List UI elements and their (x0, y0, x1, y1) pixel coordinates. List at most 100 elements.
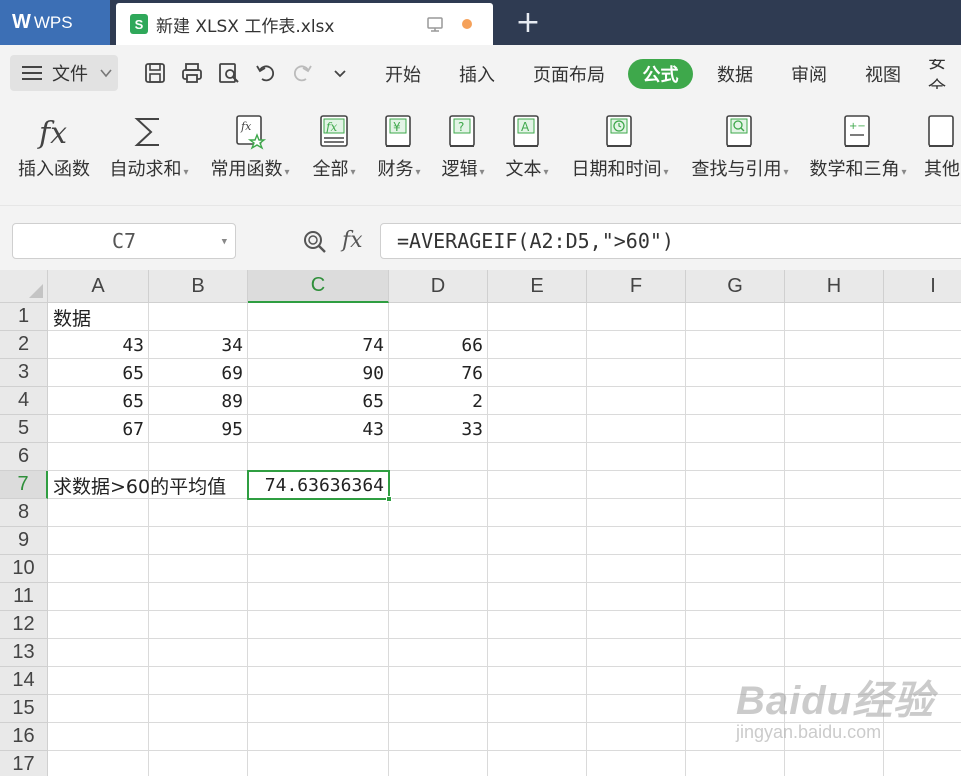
column-header-c[interactable]: C (248, 270, 389, 303)
common-functions-button[interactable]: fx 常用函数 ▾ (204, 101, 296, 201)
insert-function-button[interactable]: fx 插入函数 (14, 101, 94, 201)
gridline (48, 666, 961, 667)
column-header-f[interactable]: F (587, 270, 686, 303)
row-header-14[interactable]: 14 (0, 667, 48, 695)
cell-b5[interactable]: 95 (148, 415, 247, 443)
quick-access-dropdown-icon[interactable] (328, 61, 352, 85)
row-header-13[interactable]: 13 (0, 639, 48, 667)
all-functions-button[interactable]: fx 全部 ▾ (306, 101, 362, 201)
svg-text:¥: ¥ (393, 120, 401, 134)
row-header-10[interactable]: 10 (0, 555, 48, 583)
print-preview-icon[interactable] (217, 61, 241, 85)
gridline (48, 582, 961, 583)
row-header-17[interactable]: 17 (0, 751, 48, 776)
cell-d4[interactable]: 2 (388, 387, 487, 415)
row-header-2[interactable]: 2 (0, 331, 48, 359)
row-header-6[interactable]: 6 (0, 443, 48, 471)
row-header-8[interactable]: 8 (0, 499, 48, 527)
text-book-icon: A (513, 115, 539, 147)
select-all-corner[interactable] (0, 270, 48, 303)
text-functions-button[interactable]: A 文本 ▾ (500, 101, 554, 201)
cell-a5[interactable]: 67 (48, 415, 148, 443)
row-header-4[interactable]: 4 (0, 387, 48, 415)
more-functions-icon (928, 115, 954, 147)
undo-icon[interactable] (254, 61, 278, 85)
column-header-a[interactable]: A (48, 270, 149, 303)
math-trig-label: 数学和三角 ▾ (809, 159, 907, 180)
financial-button[interactable]: ¥ 财务 ▾ (372, 101, 426, 201)
date-time-button[interactable]: 日期和时间 ▾ (566, 101, 674, 201)
unsaved-dot-icon[interactable] (462, 19, 472, 29)
yen-book-icon: ¥ (385, 115, 411, 147)
gridline (48, 750, 961, 751)
row-header-16[interactable]: 16 (0, 723, 48, 751)
tab-home[interactable]: 开始 (374, 59, 432, 89)
column-header-b[interactable]: B (149, 270, 248, 303)
row-header-1[interactable]: 1 (0, 303, 48, 331)
cell-a2[interactable]: 43 (48, 331, 148, 359)
tab-review[interactable]: 审阅 (780, 59, 838, 89)
formula-input[interactable]: =AVERAGEIF(A2:D5,">60") (380, 223, 961, 259)
baidu-watermark: Baidu经验 jingyan.baidu.com (736, 668, 934, 743)
column-header-h[interactable]: H (785, 270, 884, 303)
chevron-down-icon[interactable]: ▼ (222, 237, 227, 247)
row-header-7[interactable]: 7 (0, 471, 48, 499)
tab-view[interactable]: 视图 (854, 59, 912, 89)
monitor-icon[interactable] (426, 15, 444, 33)
insert-function-fx-icon[interactable]: fx (342, 228, 363, 253)
tab-formulas[interactable]: 公式 (628, 59, 693, 89)
logical-button[interactable]: ? 逻辑 ▾ (436, 101, 490, 201)
svg-text:fx: fx (325, 120, 337, 134)
tab-insert[interactable]: 插入 (448, 59, 506, 89)
wps-home-tab[interactable]: W WPS (0, 0, 110, 45)
tab-page-layout[interactable]: 页面布局 (526, 59, 612, 89)
row-header-3[interactable]: 3 (0, 359, 48, 387)
tab-data[interactable]: 数据 (706, 59, 764, 89)
fx-icon: fx (37, 116, 67, 151)
zoom-search-icon[interactable] (302, 229, 328, 255)
cell-d5[interactable]: 33 (388, 415, 487, 443)
print-icon[interactable] (180, 61, 204, 85)
row-header-11[interactable]: 11 (0, 583, 48, 611)
gridline (48, 610, 961, 611)
tab-security[interactable]: 安全 (928, 59, 961, 89)
math-trig-button[interactable]: +− 数学和三角 ▾ (804, 101, 912, 201)
column-header-d[interactable]: D (389, 270, 488, 303)
column-header-i[interactable]: I (884, 270, 961, 303)
question-book-icon: ? (449, 115, 475, 147)
cell-c5[interactable]: 43 (247, 415, 388, 443)
row-header-5[interactable]: 5 (0, 415, 48, 443)
cell-a7[interactable]: 求数据>60的平均值 (48, 471, 247, 499)
row-header-12[interactable]: 12 (0, 611, 48, 639)
cell-a1[interactable]: 数据 (48, 303, 148, 331)
redo-icon[interactable] (290, 61, 314, 85)
svg-text:?: ? (458, 120, 464, 134)
cell-b2[interactable]: 34 (148, 331, 247, 359)
row-header-15[interactable]: 15 (0, 695, 48, 723)
cell-d2[interactable]: 66 (388, 331, 487, 359)
active-cell-selection[interactable] (247, 470, 392, 502)
row-header-9[interactable]: 9 (0, 527, 48, 555)
chevron-down-icon (100, 69, 112, 78)
cell-d3[interactable]: 76 (388, 359, 487, 387)
column-header-g[interactable]: G (686, 270, 785, 303)
document-tab-label: 新建 XLSX 工作表.xlsx (156, 16, 335, 37)
fill-handle[interactable] (386, 496, 392, 502)
cell-c3[interactable]: 90 (247, 359, 388, 387)
svg-text:fx: fx (37, 116, 67, 151)
document-tab[interactable]: S 新建 XLSX 工作表.xlsx (116, 3, 493, 45)
cell-a4[interactable]: 65 (48, 387, 148, 415)
column-header-e[interactable]: E (488, 270, 587, 303)
more-functions-button[interactable]: 其他 (924, 101, 961, 201)
cell-a3[interactable]: 65 (48, 359, 148, 387)
autosum-button[interactable]: 自动求和 ▾ (104, 101, 194, 201)
save-icon[interactable] (143, 61, 167, 85)
cell-b3[interactable]: 69 (148, 359, 247, 387)
lookup-reference-button[interactable]: 查找与引用 ▾ (686, 101, 794, 201)
file-menu-button[interactable]: 文件 (10, 55, 118, 91)
cell-c4[interactable]: 65 (247, 387, 388, 415)
new-tab-button[interactable]: + (512, 5, 544, 40)
cell-c2[interactable]: 74 (247, 331, 388, 359)
name-box[interactable]: C7 ▼ (12, 223, 236, 259)
cell-b4[interactable]: 89 (148, 387, 247, 415)
